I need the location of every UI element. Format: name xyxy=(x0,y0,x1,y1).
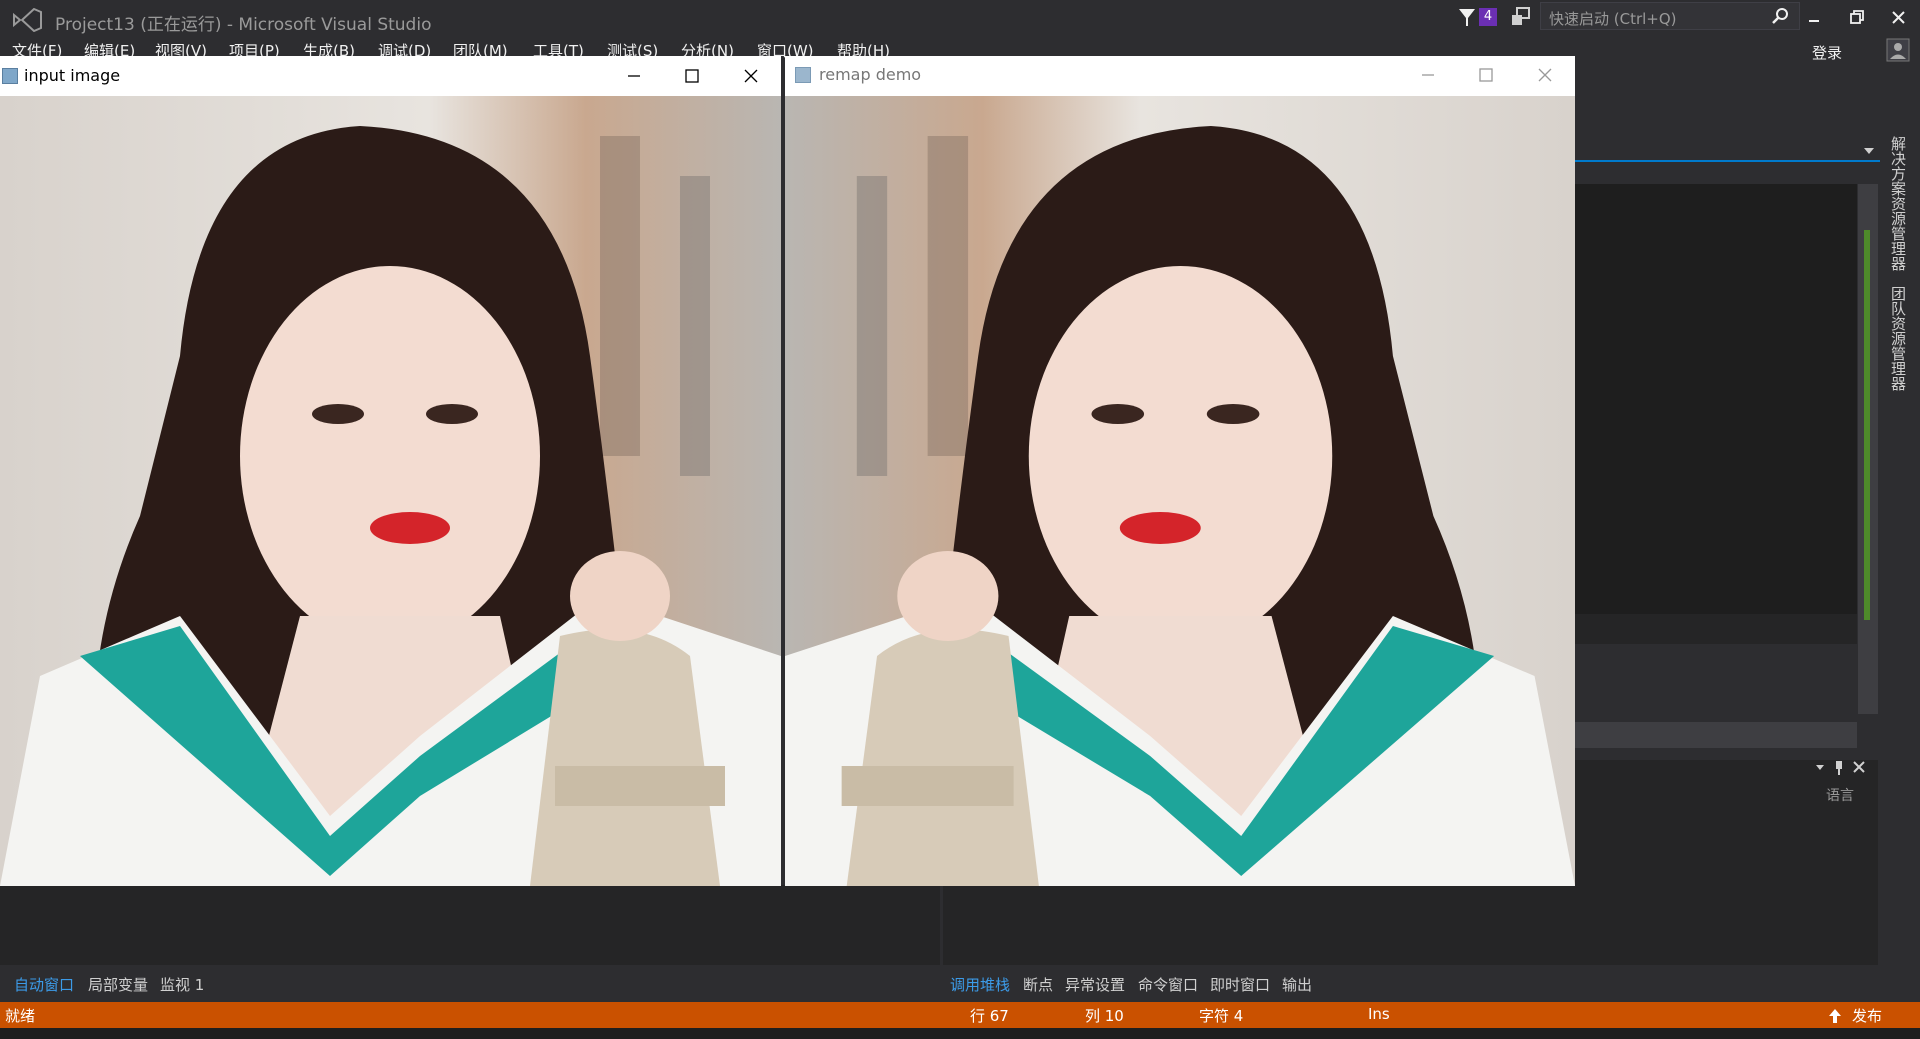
quick-launch-input[interactable]: 快速启动 (Ctrl+Q) xyxy=(1540,2,1800,30)
app-icon xyxy=(795,67,811,83)
tab-exception-settings[interactable]: 异常设置 xyxy=(1065,974,1125,995)
window-title: Project13 (正在运行) - Microsoft Visual Stud… xyxy=(55,15,432,35)
close-icon[interactable] xyxy=(731,60,771,90)
tab-solution-explorer[interactable]: 解决方案资源管理器 xyxy=(1888,136,1909,271)
tab-command-window[interactable]: 命令窗口 xyxy=(1138,974,1198,995)
maximize-icon[interactable] xyxy=(672,60,712,90)
input-image xyxy=(0,96,781,886)
remapped-image xyxy=(785,96,1575,886)
input-image-window[interactable]: input image xyxy=(0,56,781,886)
status-bar xyxy=(0,1002,1920,1028)
status-text: 就绪 xyxy=(5,1007,36,1025)
autos-panel xyxy=(0,885,940,965)
notification-badge[interactable]: 4 xyxy=(1479,8,1497,26)
minimize-icon[interactable] xyxy=(1408,60,1448,90)
tab-call-stack[interactable]: 调用堆栈 xyxy=(950,974,1010,995)
editor-header xyxy=(1575,162,1880,184)
right-sidebar: 解决方案资源管理器 团队资源管理器 xyxy=(1882,130,1920,430)
minimize-icon[interactable] xyxy=(614,60,654,90)
status-char: 字符 4 xyxy=(1199,1007,1244,1025)
tab-watch-1[interactable]: 监视 1 xyxy=(160,974,204,995)
login-link[interactable]: 登录 xyxy=(1812,42,1842,63)
remap-demo-window[interactable]: remap demo xyxy=(785,56,1575,886)
code-editor[interactable] xyxy=(1575,184,1857,614)
close-icon[interactable] xyxy=(1525,60,1565,90)
maximize-icon[interactable] xyxy=(1466,60,1506,90)
publish-button[interactable]: 发布 xyxy=(1852,1005,1882,1026)
status-line: 行 67 xyxy=(970,1007,1009,1025)
vs-logo-icon xyxy=(13,8,42,32)
tab-immediate-window[interactable]: 即时窗口 xyxy=(1210,974,1270,995)
scrollbar-thumb[interactable] xyxy=(1864,230,1870,620)
tab-output[interactable]: 输出 xyxy=(1282,974,1312,995)
feedback-icon[interactable] xyxy=(1510,6,1532,28)
publish-icon[interactable] xyxy=(1828,1008,1842,1024)
language-label: 语言 xyxy=(1826,788,1854,804)
editor-footer xyxy=(1575,614,1857,644)
window-title: input image xyxy=(24,66,121,85)
horizontal-scrollbar[interactable] xyxy=(1575,722,1857,748)
tab-breakpoints[interactable]: 断点 xyxy=(1023,974,1053,995)
app-icon xyxy=(2,68,18,84)
tab-team-explorer[interactable]: 团队资源管理器 xyxy=(1888,286,1909,391)
taskbar-strip xyxy=(0,1028,1920,1039)
restore-icon[interactable] xyxy=(1842,6,1872,30)
close-icon[interactable] xyxy=(1884,6,1914,30)
status-column: 列 10 xyxy=(1085,1007,1124,1025)
search-icon[interactable] xyxy=(1770,6,1790,26)
pin-icon[interactable] xyxy=(1810,757,1870,779)
window-title: remap demo xyxy=(819,65,922,84)
tab-autos[interactable]: 自动窗口 xyxy=(14,974,74,995)
minimize-icon[interactable] xyxy=(1800,6,1830,30)
status-insert-mode: Ins xyxy=(1368,1005,1390,1023)
tab-locals[interactable]: 局部变量 xyxy=(88,974,148,995)
account-icon[interactable] xyxy=(1886,38,1910,62)
dropdown-icon[interactable] xyxy=(1862,146,1876,156)
